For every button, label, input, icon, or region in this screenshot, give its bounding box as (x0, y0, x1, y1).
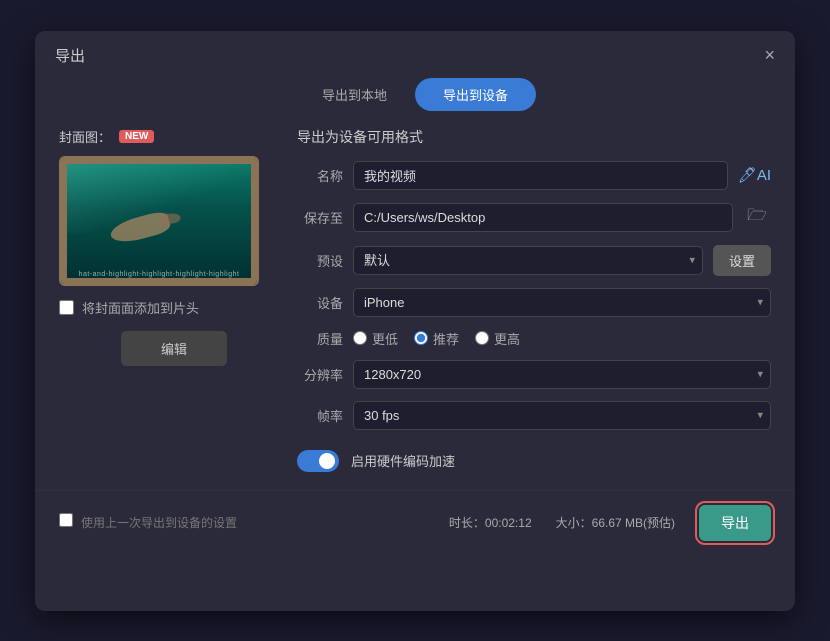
new-badge: NEW (119, 130, 154, 143)
name-label: 名称 (297, 166, 343, 185)
fps-row: 帧率 30 fps ▾ (297, 401, 771, 430)
duration-value: 00:02:12 (485, 516, 532, 530)
quality-low: 更低 (353, 329, 398, 348)
quality-high-label: 更高 (494, 329, 520, 348)
size-label: 大小： (556, 516, 592, 530)
name-input[interactable] (353, 161, 728, 190)
cover-image: hat-and-highlight-highlight-highlight-hi… (59, 156, 259, 286)
resolution-select[interactable]: 1280x720 (353, 360, 771, 389)
quality-radio-group: 更低 推荐 更高 (353, 329, 520, 348)
size-value: 66.67 MB(预估) (592, 516, 675, 530)
size-info: 大小：66.67 MB(预估) (556, 514, 675, 531)
remember-settings-checkbox-wrap (59, 513, 73, 532)
cover-checkbox[interactable] (59, 300, 74, 315)
left-panel: 封面图： NEW hat-and-highlight-highlight-hig… (59, 127, 269, 472)
quality-recommended-label: 推荐 (433, 329, 459, 348)
dialog-header: 导出 × (35, 31, 795, 74)
settings-button[interactable]: 设置 (713, 245, 771, 276)
quality-recommended-radio[interactable] (414, 331, 428, 345)
fps-select[interactable]: 30 fps (353, 401, 771, 430)
hardware-toggle[interactable] (297, 450, 339, 472)
resolution-select-wrap: 1280x720 ▾ (353, 360, 771, 389)
hardware-toggle-row: 启用硬件编码加速 (297, 450, 771, 472)
tab-export-device[interactable]: 导出到设备 (415, 78, 536, 111)
right-panel: 导出为设备可用格式 名称 🖊AI 保存至 🗁 预设 默认 (297, 127, 771, 472)
quality-high: 更高 (475, 329, 520, 348)
name-row: 名称 🖊AI (297, 161, 771, 190)
preset-label: 预设 (297, 251, 343, 270)
tab-export-local[interactable]: 导出到本地 (294, 78, 415, 111)
section-title: 导出为设备可用格式 (297, 127, 771, 147)
save-path-input[interactable] (353, 203, 733, 232)
resolution-label: 分辨率 (297, 365, 343, 384)
footer-info: 时长：00:02:12 大小：66.67 MB(预估) 导出 (449, 505, 771, 541)
save-path-row: 保存至 🗁 (297, 202, 771, 233)
resolution-row: 分辨率 1280x720 ▾ (297, 360, 771, 389)
dialog-footer: 使用上一次导出到设备的设置 时长：00:02:12 大小：66.67 MB(预估… (35, 490, 795, 555)
preset-row: 预设 默认 ▾ 设置 (297, 245, 771, 276)
preset-select[interactable]: 默认 (353, 246, 703, 275)
dialog-body: 封面图： NEW hat-and-highlight-highlight-hig… (35, 127, 795, 472)
quality-high-radio[interactable] (475, 331, 489, 345)
quality-label: 质量 (297, 329, 343, 348)
hardware-label: 启用硬件编码加速 (351, 451, 455, 470)
browse-button[interactable]: 🗁 (743, 202, 771, 233)
cover-checkbox-row: 将封面面添加到片头 (59, 298, 199, 317)
duration-label: 时长： (449, 516, 485, 530)
quality-low-label: 更低 (372, 329, 398, 348)
close-button[interactable]: × (764, 46, 775, 64)
footer-left: 使用上一次导出到设备的设置 (59, 513, 237, 532)
quality-row: 质量 更低 推荐 更高 (297, 329, 771, 348)
fps-select-wrap: 30 fps ▾ (353, 401, 771, 430)
duration-info: 时长：00:02:12 (449, 514, 532, 531)
device-select[interactable]: iPhone (353, 288, 771, 317)
save-path-label: 保存至 (297, 208, 343, 227)
remember-settings-label: 使用上一次导出到设备的设置 (81, 514, 237, 531)
preset-select-wrap: 默认 ▾ (353, 246, 703, 275)
export-dialog: 导出 × 导出到本地 导出到设备 封面图： NEW hat-and-highli… (35, 31, 795, 611)
tab-bar: 导出到本地 导出到设备 (35, 78, 795, 111)
cover-checkbox-label: 将封面面添加到片头 (82, 298, 199, 317)
cover-label: 封面图： (59, 127, 111, 146)
toggle-knob (319, 453, 335, 469)
quality-low-radio[interactable] (353, 331, 367, 345)
dialog-title: 导出 (55, 45, 85, 66)
device-select-wrap: iPhone ▾ (353, 288, 771, 317)
fps-label: 帧率 (297, 406, 343, 425)
cover-label-row: 封面图： NEW (59, 127, 154, 146)
device-label: 设备 (297, 293, 343, 312)
device-row: 设备 iPhone ▾ (297, 288, 771, 317)
remember-settings-checkbox[interactable] (59, 513, 73, 527)
export-button[interactable]: 导出 (699, 505, 771, 541)
quality-recommended: 推荐 (414, 329, 459, 348)
ai-icon: 🖊AI (738, 166, 771, 184)
edit-button[interactable]: 编辑 (121, 331, 227, 366)
